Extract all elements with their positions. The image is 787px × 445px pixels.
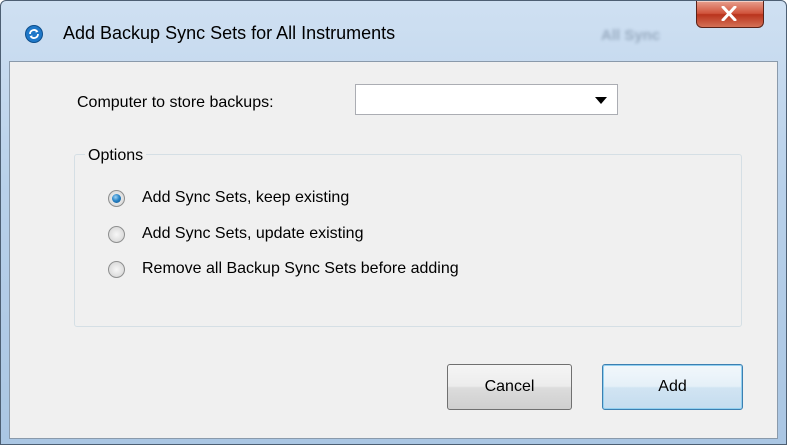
sync-app-icon xyxy=(25,25,43,43)
close-icon xyxy=(721,6,737,21)
title-bar[interactable]: All Sync Add Backup Sync Sets for All In… xyxy=(1,1,786,61)
window-title: Add Backup Sync Sets for All Instruments xyxy=(63,23,396,43)
radio-button[interactable] xyxy=(108,261,125,278)
close-button[interactable] xyxy=(696,1,764,28)
add-button[interactable]: Add xyxy=(602,364,743,410)
radio-button[interactable] xyxy=(108,226,125,243)
option-label: Add Sync Sets, keep existing xyxy=(142,189,350,206)
option-label: Remove all Backup Sync Sets before addin… xyxy=(142,260,459,277)
cancel-button[interactable]: Cancel xyxy=(447,364,572,410)
options-legend: Options xyxy=(85,147,147,165)
radio-button-checked[interactable] xyxy=(108,190,125,207)
chevron-down-icon[interactable] xyxy=(595,97,607,104)
dialog-window: All Sync Add Backup Sync Sets for All In… xyxy=(0,0,787,445)
computer-label: Computer to store backups: xyxy=(77,94,274,111)
background-window-title: All Sync xyxy=(601,27,661,44)
option-label: Add Sync Sets, update existing xyxy=(142,225,364,242)
dialog-body: Computer to store backups: Options Add S… xyxy=(9,61,778,439)
computer-dropdown[interactable] xyxy=(355,84,618,115)
